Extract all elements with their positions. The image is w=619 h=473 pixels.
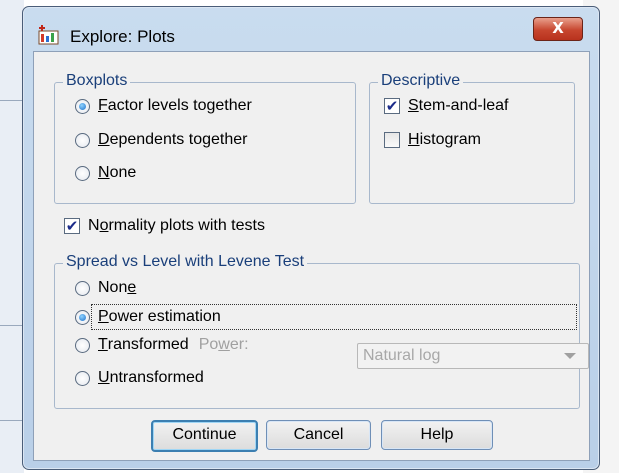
dialog-title: Explore: Plots	[70, 27, 175, 46]
power-dropdown[interactable]: Natural log	[357, 343, 589, 369]
cancel-button[interactable]: Cancel	[266, 420, 371, 450]
option-label: ransformed	[107, 336, 189, 353]
checkbox-normality-plots[interactable]: ✔ No rmality plots with tests	[64, 217, 265, 235]
option-mnemonic: N	[98, 164, 110, 181]
power-label: Power:	[198, 336, 249, 353]
option-mnemonic: T	[98, 336, 108, 353]
power-dropdown-value: Natural log	[363, 347, 441, 364]
radio-button[interactable]	[75, 165, 90, 181]
option-label: ependents together	[109, 131, 248, 148]
option-mnemonic: o	[99, 217, 109, 234]
help-button[interactable]: Help	[381, 420, 493, 450]
close-button[interactable]: X	[533, 17, 583, 41]
option-label: N	[88, 217, 100, 234]
radio-factor-levels-together[interactable]: Factor levels together	[75, 97, 252, 115]
option-mnemonic: U	[98, 369, 110, 386]
option-label: actor levels together	[107, 97, 252, 114]
checkbox-histogram[interactable]: Histogram	[384, 131, 481, 149]
checkbox-stem-and-leaf[interactable]: ✔ Stem-and-leaf	[384, 97, 509, 115]
option-label: tem-and-leaf	[418, 97, 509, 114]
spread-vs-level-group: Spread vs Level with Levene Test Non e Po…	[54, 253, 580, 409]
checkbox-unchecked[interactable]	[384, 132, 400, 148]
radio-none-spread[interactable]: Non e	[75, 279, 136, 297]
option-mnemonic: S	[408, 97, 419, 114]
help-button-label: Help	[420, 426, 454, 443]
boxplots-legend: Boxplots	[63, 72, 131, 90]
descriptive-group: Descriptive ✔ Stem-and-leaf Histogram	[369, 72, 575, 204]
continue-button[interactable]: Continue	[151, 420, 258, 452]
radio-button[interactable]	[75, 280, 90, 296]
radio-button[interactable]	[75, 370, 90, 386]
option-mnemonic: F	[98, 97, 108, 114]
descriptive-legend: Descriptive	[378, 72, 464, 90]
option-mnemonic: P	[98, 308, 109, 325]
radio-transformed[interactable]: Transformed Power:	[75, 336, 249, 354]
option-label: Non	[98, 279, 128, 296]
radio-dependents-together[interactable]: Dependents together	[75, 131, 247, 149]
dialog-body: Boxplots Factor levels together Dependen…	[33, 51, 590, 461]
spread-vs-level-legend: Spread vs Level with Levene Test	[63, 253, 308, 271]
background-app-panel	[0, 0, 24, 473]
checkbox-checked[interactable]: ✔	[64, 218, 80, 234]
continue-button-label: Continue	[172, 426, 237, 443]
radio-button[interactable]	[75, 337, 90, 353]
checkbox-checked[interactable]: ✔	[384, 98, 400, 114]
background-divider	[0, 100, 24, 101]
explore-plots-dialog: Explore: Plots X Boxplots Factor levels …	[22, 6, 600, 470]
cancel-button-label: Cancel	[293, 426, 344, 443]
option-mnemonic: e	[127, 279, 137, 296]
background-divider	[0, 325, 24, 326]
option-label: ower estimation	[108, 308, 221, 325]
radio-button[interactable]	[75, 132, 90, 148]
boxplots-group: Boxplots Factor levels together Dependen…	[54, 72, 356, 204]
radio-untransformed[interactable]: Untransformed	[75, 369, 204, 387]
radio-none-boxplot[interactable]: None	[75, 164, 136, 182]
option-mnemonic: D	[98, 131, 110, 148]
option-label: istogram	[419, 131, 481, 148]
option-label: rmality plots with tests	[108, 217, 265, 234]
close-icon: X	[552, 19, 564, 37]
chevron-down-icon	[564, 353, 576, 359]
option-label: one	[109, 164, 137, 181]
background-divider	[0, 420, 24, 421]
radio-button-selected[interactable]	[75, 309, 90, 325]
title-bar[interactable]: Explore: Plots X	[23, 7, 599, 51]
radio-power-estimation[interactable]: Power estimation	[75, 308, 221, 326]
spss-chart-icon	[38, 25, 59, 45]
option-label: ntransformed	[109, 369, 204, 386]
option-mnemonic: H	[408, 131, 420, 148]
radio-button-selected[interactable]	[75, 98, 90, 114]
